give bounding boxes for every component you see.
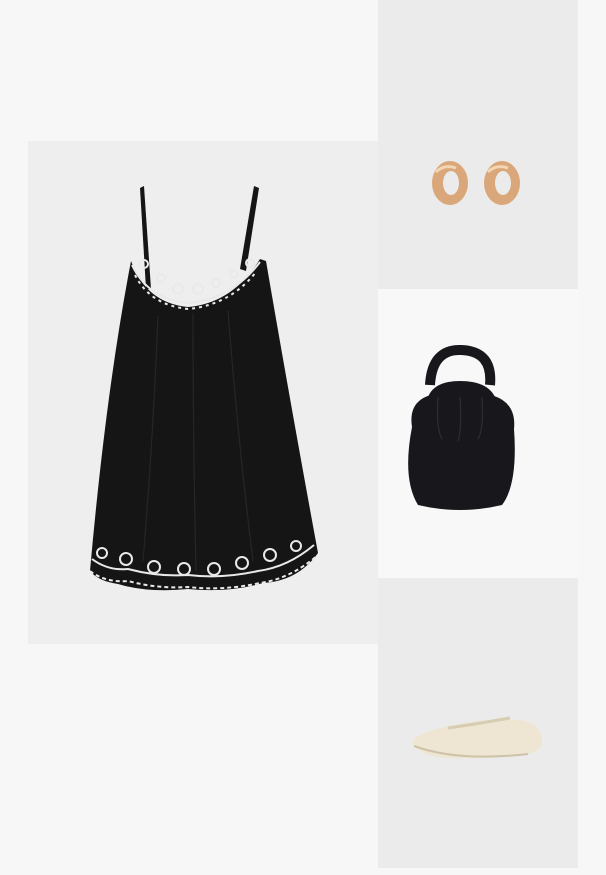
shoe-image: [412, 716, 543, 759]
bag-product-tile[interactable]: [378, 289, 578, 578]
dress-image: [89, 186, 319, 591]
earring-left: [432, 161, 468, 205]
shoe-product-tile[interactable]: [378, 578, 578, 868]
bag-image: [408, 345, 515, 510]
earrings-image: [432, 161, 520, 205]
bag-handle: [425, 345, 496, 386]
dress-body: [90, 259, 318, 591]
shoe-body: [412, 719, 543, 759]
dress-product-tile[interactable]: [28, 141, 378, 644]
bag-body: [408, 392, 515, 510]
earring-right: [484, 161, 520, 205]
earrings-product-tile[interactable]: [378, 0, 578, 289]
